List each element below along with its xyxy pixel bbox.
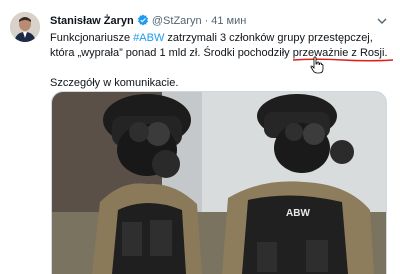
separator: · bbox=[204, 15, 209, 27]
verified-badge-icon bbox=[137, 14, 149, 29]
tweet-header: Stanisław Żaryn @StZaryn · 41 мин bbox=[50, 14, 246, 29]
tweet-media-image[interactable]: ABW bbox=[51, 91, 387, 274]
hashtag-link[interactable]: #ABW bbox=[133, 32, 164, 44]
tweet-text: Funkcjonariusze #ABW zatrzymali 3 członk… bbox=[50, 31, 393, 91]
tweet-paragraph-2: Szczegóły w komunikacie. bbox=[50, 77, 179, 89]
tweet-paragraph-1: Funkcjonariusze #ABW zatrzymali 3 członk… bbox=[50, 31, 393, 62]
author-avatar[interactable] bbox=[10, 12, 40, 42]
tweet-time[interactable]: 41 мин bbox=[211, 15, 246, 27]
emphasized-text: przeważnie z Rosji bbox=[292, 47, 393, 62]
text-segment: Funkcjonariusze bbox=[50, 32, 134, 44]
chevron-down-icon[interactable] bbox=[376, 14, 388, 26]
author-name[interactable]: Stanisław Żaryn bbox=[50, 15, 134, 27]
tweet-card[interactable]: Stanisław Żaryn @StZaryn · 41 мин Funkcjon… bbox=[0, 0, 400, 274]
author-handle[interactable]: @StZaryn bbox=[152, 15, 202, 27]
hand-pointer-icon bbox=[310, 56, 324, 74]
red-underline-annotation bbox=[292, 58, 393, 62]
vest-label-text: ABW bbox=[286, 208, 310, 219]
